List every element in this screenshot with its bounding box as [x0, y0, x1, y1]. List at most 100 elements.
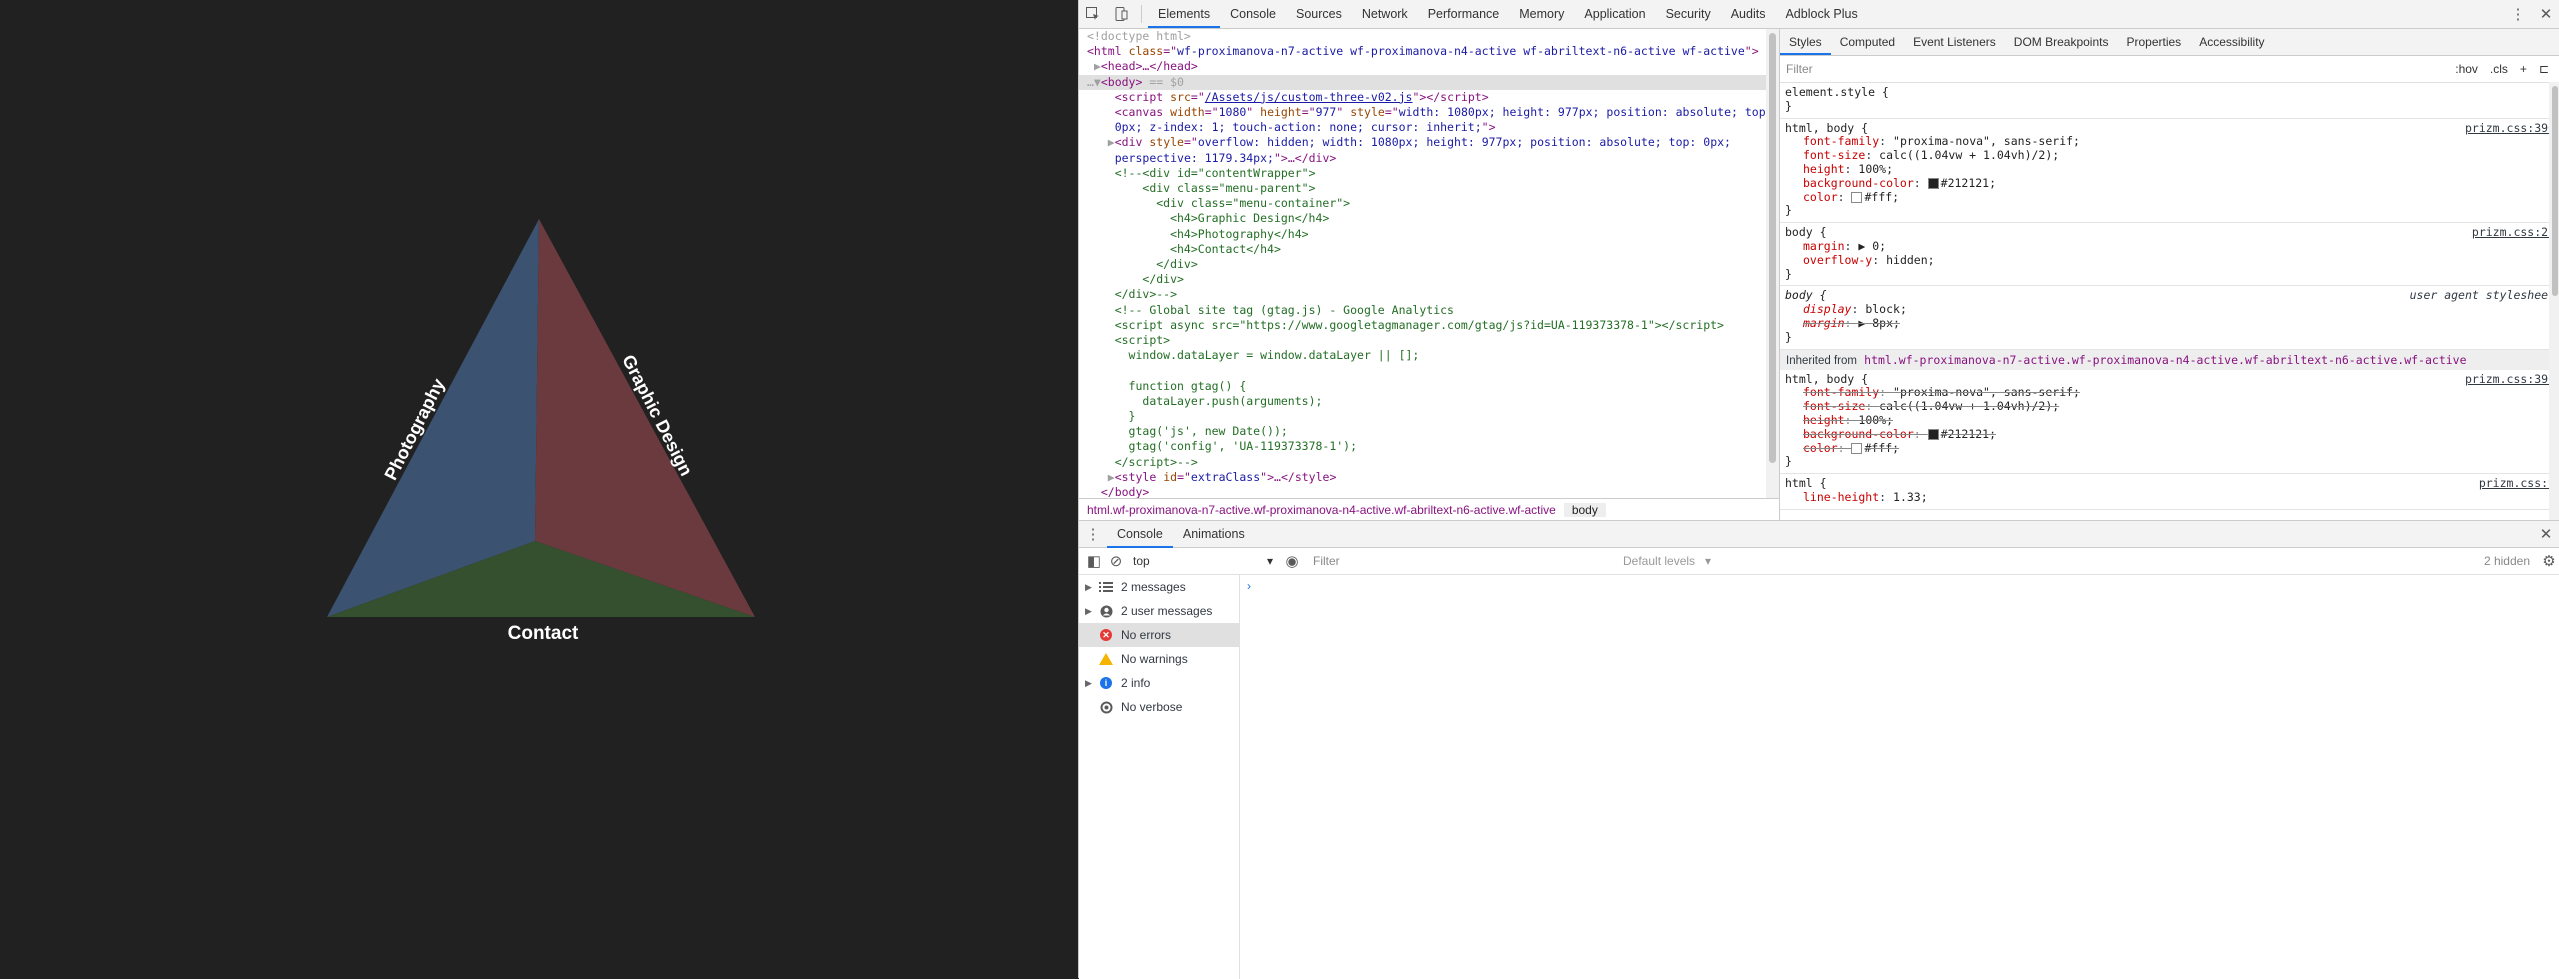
elements-scrollbar[interactable] [1766, 29, 1779, 498]
inherited-link[interactable]: html.wf-proximanova-n7-active.wf-proxima… [1864, 353, 2466, 367]
dom-node-line[interactable]: <h4>Graphic Design</h4> [1079, 211, 1779, 226]
css-property-name[interactable]: font-family [1803, 385, 1879, 399]
dom-node-line[interactable]: window.dataLayer = window.dataLayer || [… [1079, 348, 1779, 363]
tab-elements[interactable]: Elements [1148, 0, 1221, 28]
dom-node-line[interactable]: <h4>Photography</h4> [1079, 227, 1779, 242]
console-sidebar-item[interactable]: No verbose [1079, 695, 1239, 719]
css-property-name[interactable]: height [1803, 162, 1845, 176]
dom-node-line[interactable]: <div class="menu-container"> [1079, 196, 1779, 211]
rendering-toggle-icon[interactable]: ⊏ [2533, 62, 2555, 76]
dom-node-line[interactable]: </div> [1079, 257, 1779, 272]
tab-audits[interactable]: Audits [1721, 0, 1776, 28]
dom-node-line[interactable]: <html class="wf-proximanova-n7-active wf… [1079, 44, 1779, 59]
expand-arrow-icon[interactable]: ▶ [1085, 678, 1097, 689]
css-property-name[interactable]: font-size [1803, 399, 1865, 413]
dom-node-line[interactable]: </div>--> [1079, 287, 1779, 302]
css-declaration[interactable]: display: block; [1785, 302, 2555, 317]
css-property-name[interactable]: color [1803, 190, 1838, 204]
css-property-value[interactable]: calc((1.04vw + 1.04vh)/2); [1879, 399, 2059, 413]
dom-node-line[interactable]: perspective: 1179.34px;">…</div> [1079, 151, 1779, 166]
drawer-tab-animations[interactable]: Animations [1173, 520, 1255, 548]
more-options-icon[interactable]: ⋮ [2504, 0, 2532, 28]
css-property-name[interactable]: font-size [1803, 148, 1865, 162]
log-levels-dropdown[interactable]: Default levels [1623, 554, 1695, 568]
dom-node-line[interactable]: <script src="/Assets/js/custom-three-v02… [1079, 90, 1779, 105]
css-property-value[interactable]: ▶ 0; [1858, 239, 1886, 253]
subtab-properties[interactable]: Properties [2117, 29, 2190, 55]
dom-node-line[interactable]: <script async src="https://www.googletag… [1079, 318, 1779, 333]
rule-source-link[interactable]: prizm.css:396 [2465, 121, 2555, 136]
css-property-name[interactable]: color [1803, 441, 1838, 455]
css-declaration[interactable]: background-color: #212121; [1785, 427, 2555, 442]
dom-node-line[interactable]: } [1079, 409, 1779, 424]
tab-performance[interactable]: Performance [1418, 0, 1510, 28]
css-declaration[interactable]: margin: ▶ 8px; [1785, 316, 2555, 331]
rule-source-link[interactable]: prizm.css:396 [2465, 372, 2555, 387]
dom-node-line[interactable]: ▶<div style="overflow: hidden; width: 10… [1079, 135, 1779, 150]
close-drawer-icon[interactable]: ✕ [2532, 520, 2559, 548]
dom-node-line[interactable]: <canvas width="1080" height="977" style=… [1079, 105, 1779, 120]
console-sidebar-item[interactable]: No warnings [1079, 647, 1239, 671]
css-declaration[interactable]: font-family: "proxima-nova", sans-serif; [1785, 134, 2555, 149]
css-property-value[interactable]: ▶ 8px; [1858, 316, 1900, 330]
css-property-name[interactable]: background-color [1803, 176, 1914, 190]
console-sidebar-item[interactable]: ▶ i 2 info [1079, 671, 1239, 695]
console-sidebar-item[interactable]: ▶ 2 messages [1079, 575, 1239, 599]
css-property-value[interactable]: #fff; [1864, 190, 1899, 204]
dom-node-line[interactable]: <!--<div id="contentWrapper"> [1079, 166, 1779, 181]
css-property-name[interactable]: background-color [1803, 427, 1914, 441]
css-declaration[interactable]: font-size: calc((1.04vw + 1.04vh)/2); [1785, 148, 2555, 163]
dom-node-line[interactable]: gtag('config', 'UA-119373378-1'); [1079, 439, 1779, 454]
dom-node-line[interactable]: ▶<head>…</head> [1079, 59, 1779, 74]
live-expression-eye-icon[interactable]: ◉ [1279, 547, 1305, 575]
expand-arrow-icon[interactable]: ▶ [1085, 606, 1097, 617]
contact-label[interactable]: Contact [508, 623, 579, 644]
css-property-value[interactable]: "proxima-nova", sans-serif; [1893, 385, 2080, 399]
breadcrumb-body[interactable]: body [1563, 503, 1606, 517]
drawer-tab-console[interactable]: Console [1107, 520, 1173, 548]
css-declaration[interactable]: color: #fff; [1785, 441, 2555, 456]
dom-node-line[interactable]: <div class="menu-parent"> [1079, 181, 1779, 196]
css-declaration[interactable]: background-color: #212121; [1785, 176, 2555, 191]
color-swatch-icon[interactable] [1927, 428, 1939, 440]
expand-arrow-icon[interactable]: ▶ [1085, 582, 1097, 593]
rule-source-link[interactable]: prizm.css:9 [2479, 476, 2555, 491]
subtab-accessibility[interactable]: Accessibility [2190, 29, 2273, 55]
dom-node-line[interactable] [1079, 363, 1779, 378]
dom-node-line[interactable]: <!-- Global site tag (gtag.js) - Google … [1079, 303, 1779, 318]
css-declaration[interactable]: overflow-y: hidden; [1785, 253, 2555, 268]
dom-node-line[interactable]: </script>--> [1079, 455, 1779, 470]
subtab-computed[interactable]: Computed [1831, 29, 1904, 55]
context-selector[interactable]: top ▾ [1127, 554, 1279, 568]
css-property-value[interactable]: 100%; [1858, 413, 1893, 427]
styles-scrollbar[interactable] [2549, 82, 2559, 520]
drawer-menu-icon[interactable]: ⋮ [1079, 520, 1107, 548]
css-property-name[interactable]: height [1803, 413, 1845, 427]
css-declaration[interactable]: height: 100%; [1785, 413, 2555, 428]
dom-node-line[interactable]: <!doctype html> [1079, 29, 1779, 44]
subtab-dom-breakpoints[interactable]: DOM Breakpoints [2005, 29, 2118, 55]
css-property-value[interactable]: block; [1865, 302, 1907, 316]
dom-node-line[interactable]: <h4>Contact</h4> [1079, 242, 1779, 257]
tab-network[interactable]: Network [1352, 0, 1418, 28]
color-swatch-icon[interactable] [1851, 442, 1863, 454]
dom-node-line[interactable]: <script> [1079, 333, 1779, 348]
css-property-value[interactable]: "proxima-nova", sans-serif; [1893, 134, 2080, 148]
color-swatch-icon[interactable] [1851, 191, 1863, 203]
device-toolbar-icon[interactable] [1107, 0, 1135, 28]
tab-application[interactable]: Application [1574, 0, 1655, 28]
css-property-name[interactable]: overflow-y [1803, 253, 1872, 267]
rule-source-link[interactable]: prizm.css:22 [2472, 225, 2555, 240]
css-property-value[interactable]: 1.33; [1893, 490, 1928, 504]
color-swatch-icon[interactable] [1927, 177, 1939, 189]
tab-sources[interactable]: Sources [1286, 0, 1352, 28]
tab-console[interactable]: Console [1220, 0, 1286, 28]
dom-node-line[interactable]: gtag('js', new Date()); [1079, 424, 1779, 439]
css-property-value[interactable]: #212121; [1941, 427, 1996, 441]
dom-node-line[interactable]: </body> [1079, 485, 1779, 498]
css-property-name[interactable]: display [1803, 302, 1851, 316]
clear-console-icon[interactable]: ⊘ [1105, 547, 1127, 575]
close-icon[interactable]: ✕ [2532, 0, 2559, 28]
css-property-value[interactable]: 100%; [1858, 162, 1893, 176]
css-declaration[interactable]: height: 100%; [1785, 162, 2555, 177]
